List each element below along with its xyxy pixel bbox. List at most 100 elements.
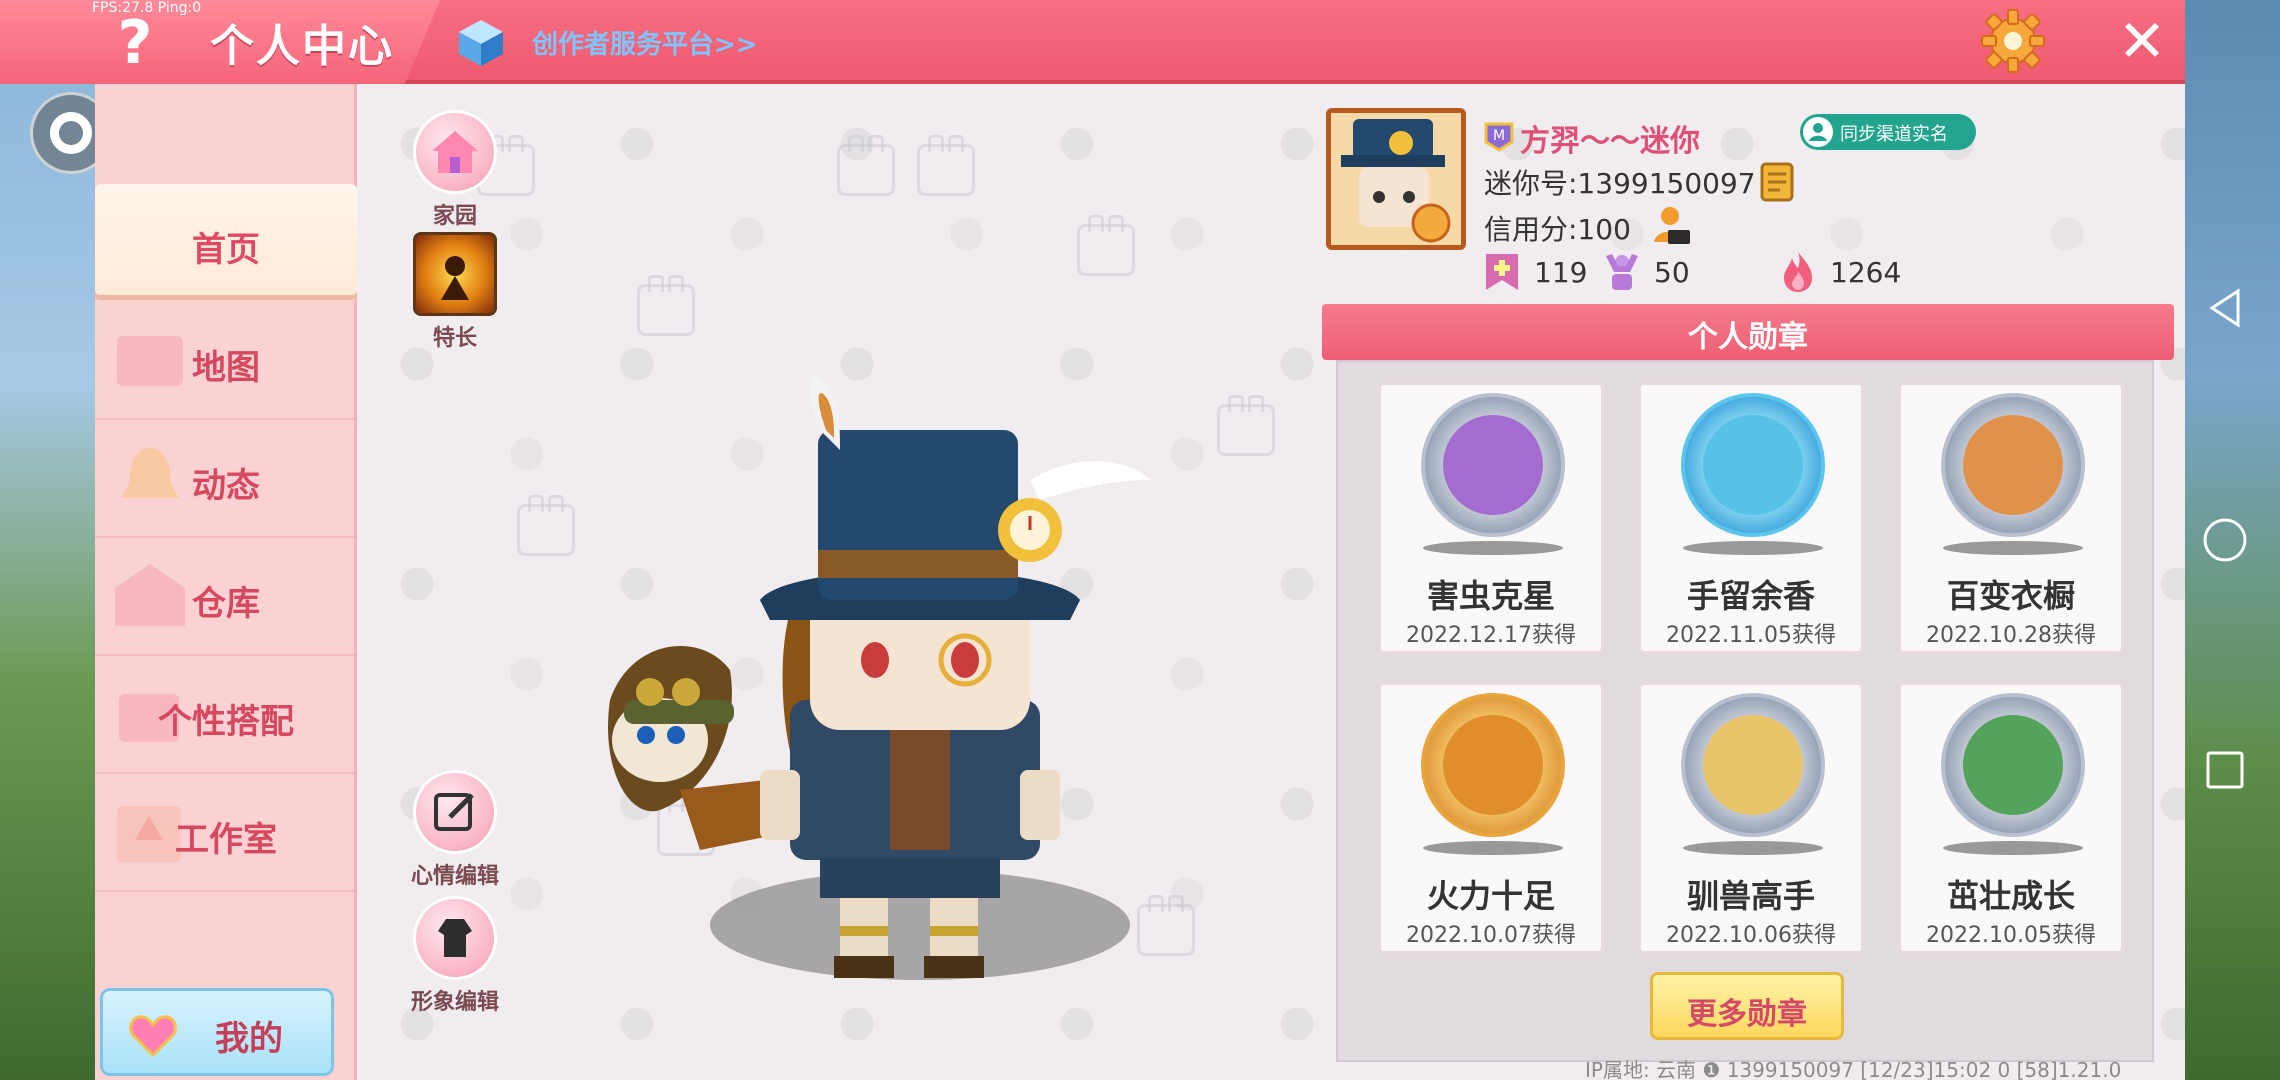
top-bar: FPS:27.8 Ping:0 ? 个人中心 创作者服务平台>> ✕ [0,0,2185,84]
nav-recent-apps-icon[interactable] [2200,745,2250,795]
wardrobe-medal-icon [1941,393,2085,537]
medal-shadow [1423,541,1563,555]
fans-count: 50 [1654,256,1690,289]
sidebar-item-label: 首页 [192,230,260,270]
sidebar-item-warehouse[interactable]: 仓库 [95,538,357,656]
medal-date: 2022.10.06获得 [1666,923,1836,948]
credit-score: 信用分:100 [1484,213,1631,246]
beast-tamer-medal-icon [1681,693,1825,837]
talent-button[interactable]: 特长 [410,232,500,352]
medals-panel: 个人勋章 害虫克星 2022.12.17获得 手留余香 2022.11.05获得… [1322,304,2174,1062]
medal-card[interactable]: 百变衣橱 2022.10.28获得 [1898,382,2124,654]
user-sync-icon [1803,117,1833,147]
sidebar-item-label: 个性搭配 [158,702,294,742]
page-title: 个人中心 [210,21,394,72]
sidebar-item-label: 动态 [192,466,260,506]
medal-emblem [1963,415,2063,515]
medal-name: 害虫克星 [1426,577,1555,615]
more-medals-button[interactable]: 更多勋章 [1650,972,1844,1040]
bookmark-plus-icon [1486,254,1518,290]
medal-date: 2022.10.28获得 [1926,623,2096,648]
medal-card[interactable]: 手留余香 2022.11.05获得 [1638,382,1864,654]
tool-label: 特长 [432,326,477,351]
medal-shadow [1943,541,2083,555]
medal-emblem [1703,715,1803,815]
heart-icon [129,1015,177,1057]
home-garden-button[interactable]: 家园 [410,110,500,230]
mood-edit-button[interactable]: 心情编辑 [410,770,500,890]
medal-emblem [1443,715,1543,815]
medal-date: 2022.11.05获得 [1666,623,1836,648]
medal-card[interactable]: 驯兽高手 2022.10.06获得 [1638,682,1864,954]
cube-icon[interactable] [455,16,507,68]
medal-card[interactable]: 火力十足 2022.10.07获得 [1378,682,1604,954]
popularity-count: 1264 [1830,256,1902,289]
settings-gear-icon[interactable] [1980,8,2046,74]
medal-date: 2022.10.05获得 [1926,923,2096,948]
sidebar-item-outfit[interactable]: 个性搭配 [95,656,357,774]
medal-name: 驯兽高手 [1686,877,1815,915]
tool-label: 家园 [432,204,477,229]
medal-card[interactable]: 害虫克星 2022.12.17获得 [1378,382,1604,654]
tool-label: 心情编辑 [410,864,499,889]
favorites-count: 119 [1534,256,1588,289]
medals-header-label: 个人勋章 [1688,320,1808,355]
medal-emblem [1703,415,1803,515]
firepower-medal-icon [1421,693,1565,837]
player-character[interactable] [590,370,1250,990]
medal-shadow [1683,541,1823,555]
sidebar-item-home[interactable]: 首页 [95,184,357,302]
sidebar-item-studio[interactable]: 工作室 [95,774,357,892]
medal-date: 2022.12.17获得 [1406,623,1576,648]
left-backdrop [0,84,95,1080]
medal-shadow [1683,841,1823,855]
medal-shadow [1423,841,1563,855]
svg-text:M: M [1493,128,1505,144]
sidebar-item-label: 仓库 [192,584,260,624]
medal-date: 2022.10.07获得 [1406,923,1576,948]
favorites-stat[interactable]: 119 [1482,250,1602,294]
medal-name: 茁壮成长 [1946,877,2075,915]
medal-shadow [1943,841,2083,855]
close-button[interactable]: ✕ [2112,8,2172,74]
house-icon [413,110,497,194]
rank-badge-icon: M [1484,122,1514,152]
medal-name: 火力十足 [1426,877,1555,915]
fans-stat[interactable]: 50 [1602,250,1722,294]
medal-emblem [1963,715,2063,815]
popularity-stat[interactable]: 1264 [1778,250,1918,294]
mine-button[interactable]: 我的 [100,988,334,1076]
tool-label: 形象编辑 [410,990,499,1015]
copy-id-icon[interactable] [1758,160,1796,204]
fans-cheer-icon [1606,254,1638,290]
avatar[interactable] [1326,108,1466,250]
more-medals-label: 更多勋章 [1687,997,1807,1032]
sidebar-item-label: 工作室 [175,820,277,860]
outfit-dress-icon [413,896,497,980]
bg-pattern-tile [1077,215,1135,276]
sync-realname-button[interactable]: 同步渠道实名 [1800,114,1976,150]
appearance-edit-button[interactable]: 形象编辑 [410,896,500,1016]
nav-home-icon[interactable] [2200,515,2250,565]
bg-pattern-tile [917,135,975,196]
sidebar: 首页 地图 动态 仓库 个性搭配 工作室 [95,84,357,1080]
medal-name: 百变衣橱 [1946,577,2075,615]
player-name: 方羿～～迷你 [1520,124,1700,159]
flame-figure-icon [413,232,497,316]
bg-pattern-tile [837,135,895,196]
mine-label: 我的 [215,1019,283,1059]
credit-user-icon[interactable] [1650,204,1692,246]
sidebar-item-feed[interactable]: 动态 [95,420,357,538]
sidebar-item-map[interactable]: 地图 [95,302,357,420]
help-button[interactable]: ? [100,8,170,78]
creator-platform-link[interactable]: 创作者服务平台>> [532,24,758,61]
bg-pattern-tile [517,495,575,556]
bg-pattern-tile [637,275,695,336]
medal-emblem [1443,415,1543,515]
mini-id: 迷你号:1399150097 [1484,167,1756,200]
medal-card[interactable]: 茁壮成长 2022.10.05获得 [1898,682,2124,954]
medal-name: 手留余香 [1686,577,1815,615]
edit-pencil-icon [413,770,497,854]
medals-grid: 害虫克星 2022.12.17获得 手留余香 2022.11.05获得 百变衣橱… [1336,360,2154,1062]
nav-back-icon[interactable] [2200,283,2250,333]
